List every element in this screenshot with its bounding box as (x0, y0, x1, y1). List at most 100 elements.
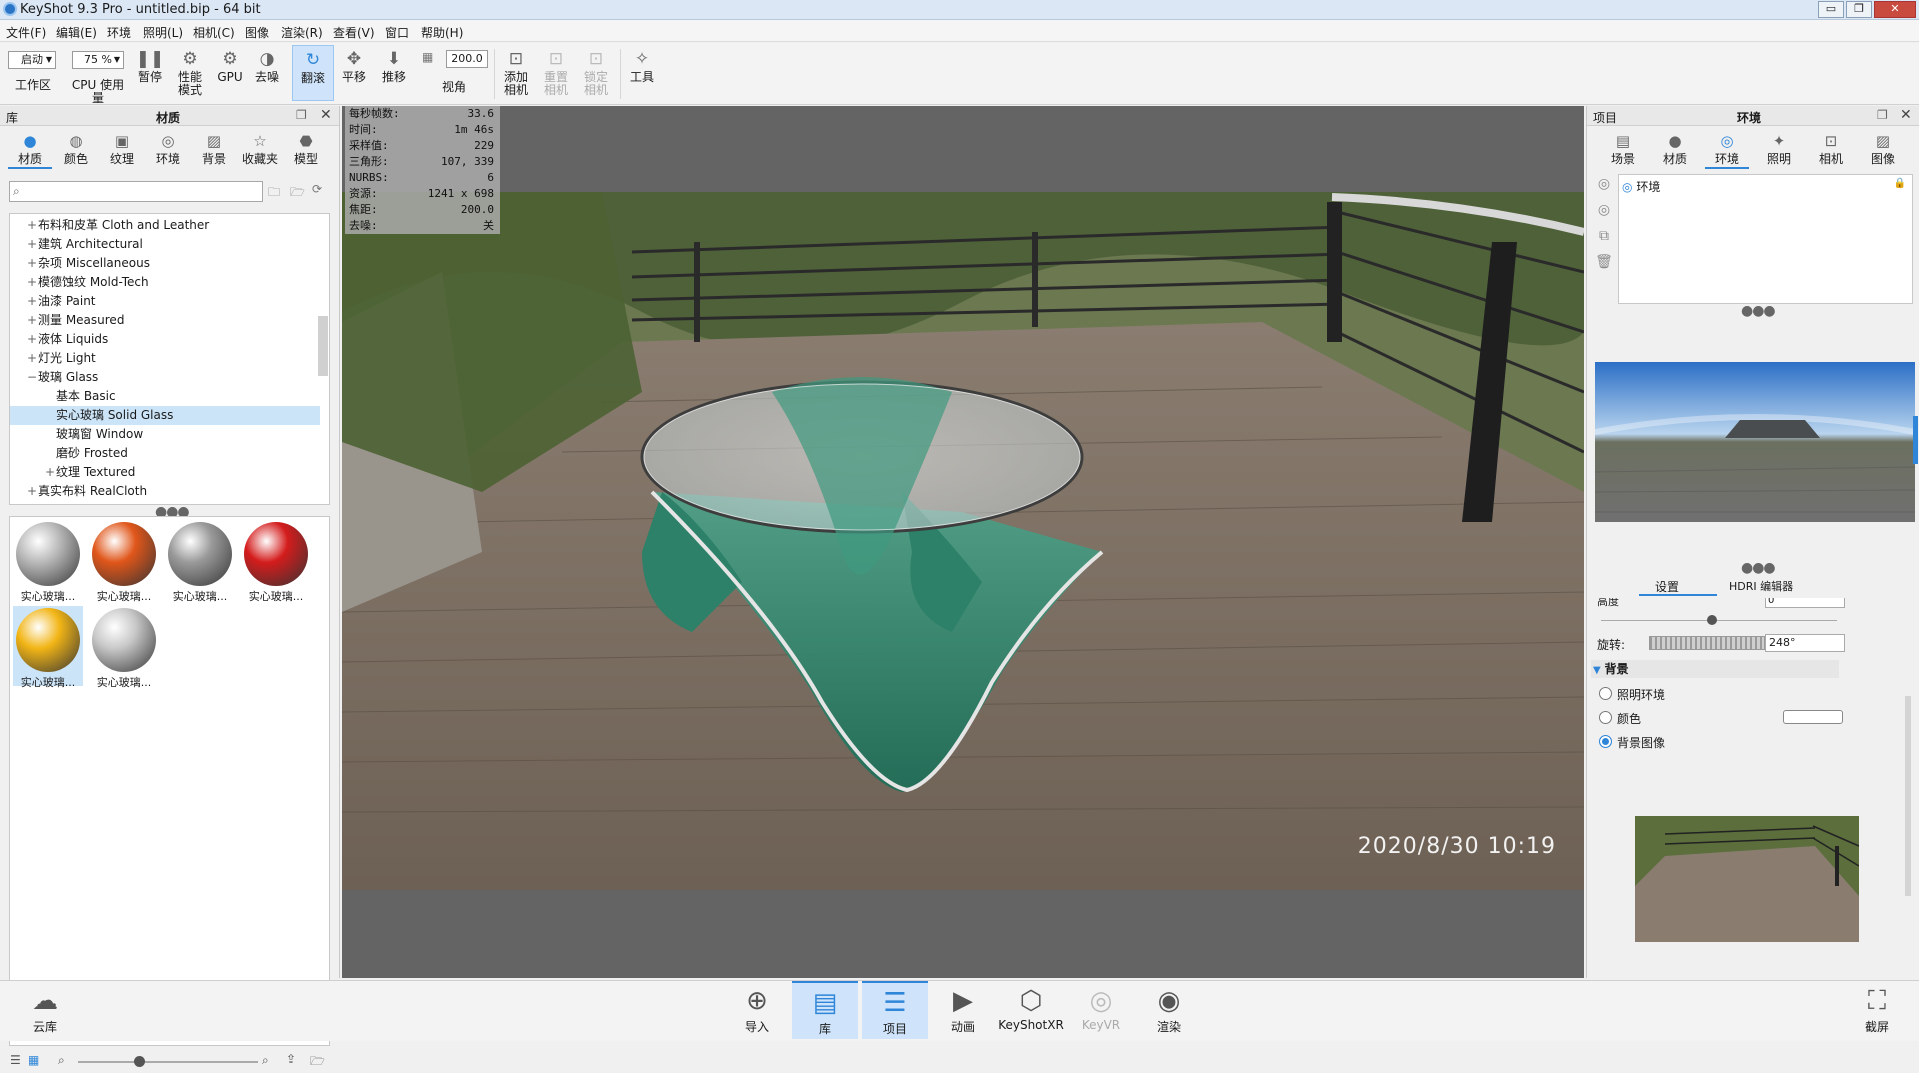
performance-mode-button[interactable]: ⚙ 性能 模式 (170, 45, 210, 101)
gpu-button[interactable]: ⚙ GPU (212, 45, 248, 101)
cloud-library-button[interactable]: ☁ 云库 (12, 981, 78, 1039)
menu-window[interactable]: 窗口 (385, 24, 409, 41)
denoise-button[interactable]: ◑ 去噪 (250, 45, 284, 101)
render-button[interactable]: ◉ 渲染 (1136, 981, 1202, 1039)
workspace-tool[interactable]: 启动 ▼ 工作区 (8, 45, 58, 101)
close-panel-icon[interactable]: ✕ (1900, 107, 1912, 123)
reset-camera-button[interactable]: ⊡ 重置 相机 (538, 45, 574, 101)
tree-expander-icon[interactable]: − (26, 368, 38, 387)
radio-background-image[interactable] (1599, 735, 1612, 748)
thumbnail-size-slider[interactable] (78, 1061, 258, 1063)
folder-icon[interactable]: 🗁 (310, 1052, 325, 1073)
hdri-preview[interactable] (1595, 362, 1915, 522)
tree-expander-icon[interactable]: + (26, 292, 38, 311)
material-thumbnail[interactable]: 实心玻璃... (13, 520, 83, 603)
workspace-select[interactable]: 启动 ▼ (8, 51, 56, 69)
library-button[interactable]: ▤ 库 (792, 981, 858, 1039)
height-input[interactable]: 0 (1765, 598, 1845, 608)
field-of-view-tool[interactable]: ▦ 200.0 视角 (420, 45, 490, 101)
tree-item[interactable]: +布料和皮革 Cloth and Leather (10, 216, 320, 235)
tab-lighting[interactable]: ✦ 照明 (1757, 132, 1801, 167)
tab-backplates[interactable]: ▨ 背景 (192, 132, 236, 167)
upload-icon[interactable]: ⇪ (286, 1052, 296, 1066)
material-thumbnail[interactable]: 实心玻璃... (13, 606, 83, 689)
rotation-input[interactable]: 248° (1765, 634, 1845, 652)
radio-lighting-env[interactable] (1599, 687, 1612, 700)
duplicate-environment-icon[interactable]: ◎ (1595, 202, 1613, 220)
menu-view[interactable]: 查看(V) (333, 24, 375, 41)
tree-item[interactable]: +模德蚀纹 Mold-Tech (10, 273, 320, 292)
tree-item[interactable]: 实心玻璃 Solid Glass (10, 406, 320, 425)
menu-render[interactable]: 渲染(R) (281, 24, 323, 41)
menu-lighting[interactable]: 照明(L) (143, 24, 183, 41)
add-environment-icon[interactable]: ◎ (1595, 176, 1613, 194)
subtab-settings[interactable]: 设置 (1655, 578, 1679, 595)
zoom-in-icon[interactable]: ⌕ (262, 1053, 269, 1068)
bg-option-background-image[interactable]: 背景图像 (1599, 734, 1799, 750)
tree-item[interactable]: +灯光 Light (10, 349, 320, 368)
tree-expander-icon[interactable]: + (26, 254, 38, 273)
keyshotxr-button[interactable]: ⬡ KeyShotXR (998, 981, 1064, 1039)
render-scene-image[interactable]: 2020/8/30 10:19 (342, 192, 1584, 890)
tree-item[interactable]: +杂项 Miscellaneous (10, 254, 320, 273)
menu-file[interactable]: 文件(F) (6, 24, 46, 41)
tree-item[interactable]: 玻璃窗 Window (10, 425, 320, 444)
refresh-icon[interactable]: ⟳ (312, 182, 322, 196)
list-view-icon[interactable]: ☰ (10, 1053, 21, 1067)
background-image-preview[interactable] (1635, 816, 1859, 942)
rotation-dial[interactable] (1649, 636, 1765, 650)
tree-expander-icon[interactable]: + (26, 216, 38, 235)
import-button[interactable]: ⊕ 导入 (724, 981, 790, 1039)
radio-color[interactable] (1599, 711, 1612, 724)
maximize-button[interactable]: ❐ (1846, 1, 1872, 18)
bg-option-color[interactable]: 颜色 (1599, 710, 1799, 726)
settings-scrollbar[interactable] (1905, 696, 1911, 896)
subtab-hdri-editor[interactable]: HDRI 编辑器 (1729, 578, 1793, 594)
height-slider[interactable] (1601, 620, 1837, 621)
screenshot-button[interactable]: ⛶ 截屏 (1844, 981, 1910, 1039)
menu-camera[interactable]: 相机(C) (193, 24, 235, 41)
material-thumbnail[interactable]: 实心玻璃... (165, 520, 235, 603)
tree-expander-icon[interactable]: + (44, 463, 56, 482)
environment-list-item[interactable]: ◎ 环境 🔒 (1622, 178, 1908, 195)
tab-image[interactable]: ▨ 图像 (1861, 132, 1905, 167)
tree-item[interactable]: +建筑 Architectural (10, 235, 320, 254)
pause-button[interactable]: ❚❚ 暂停 (134, 45, 166, 101)
tree-expander-icon[interactable]: + (26, 311, 38, 330)
tree-scrollbar[interactable] (318, 316, 328, 376)
tree-item[interactable]: 基本 Basic (10, 387, 320, 406)
tree-item[interactable]: −玻璃 Glass (10, 368, 320, 387)
menu-image[interactable]: 图像 (245, 24, 269, 41)
menu-environment[interactable]: 环境 (107, 24, 131, 41)
menu-help[interactable]: 帮助(H) (421, 24, 463, 41)
lock-icon[interactable]: 🔒 (1894, 178, 1906, 189)
resize-handle-icon[interactable]: ●●● (1741, 303, 1776, 319)
project-button[interactable]: ☰ 项目 (862, 981, 928, 1039)
material-thumbnail[interactable]: 实心玻璃... (89, 606, 159, 689)
tab-environments[interactable]: ◎ 环境 (146, 132, 190, 167)
slider-handle[interactable] (134, 1056, 145, 1067)
tab-camera[interactable]: ⊡ 相机 (1809, 132, 1853, 167)
animation-button[interactable]: ▶ 动画 (930, 981, 996, 1039)
tab-models[interactable]: ⬣ 模型 (284, 132, 328, 167)
tab-textures[interactable]: ▣ 纹理 (100, 132, 144, 167)
fov-input[interactable]: 200.0 (446, 50, 488, 68)
tumble-button[interactable]: ↻ 翻滚 (292, 45, 334, 101)
float-panel-icon[interactable]: ❐ (1877, 108, 1888, 122)
tab-environment[interactable]: ◎ 环境 (1705, 132, 1749, 169)
close-window-button[interactable]: ✕ (1874, 1, 1916, 18)
tree-expander-icon[interactable]: + (26, 235, 38, 254)
tree-item[interactable]: +纹理 Textured (10, 463, 320, 482)
dolly-button[interactable]: ⬇ 推移 (376, 45, 412, 101)
folder-open-icon[interactable]: 🗁 (290, 183, 305, 204)
grid-view-icon[interactable]: ▦ (28, 1053, 39, 1067)
render-viewport[interactable]: 2020/8/30 10:19 每秒帧数: 33.6 时间: 1m 46s 采样值: 22… (342, 106, 1584, 978)
hdri-scroll-indicator[interactable] (1913, 416, 1918, 464)
close-panel-icon[interactable]: ✕ (320, 107, 332, 123)
float-panel-icon[interactable]: ❐ (296, 108, 307, 122)
material-thumbnail[interactable]: 实心玻璃... (241, 520, 311, 603)
cpu-usage-select[interactable]: 75 % ▼ (72, 51, 124, 69)
material-thumbnail[interactable]: 实心玻璃... (89, 520, 159, 603)
tree-expander-icon[interactable]: + (26, 349, 38, 368)
tree-item[interactable]: +测量 Measured (10, 311, 320, 330)
